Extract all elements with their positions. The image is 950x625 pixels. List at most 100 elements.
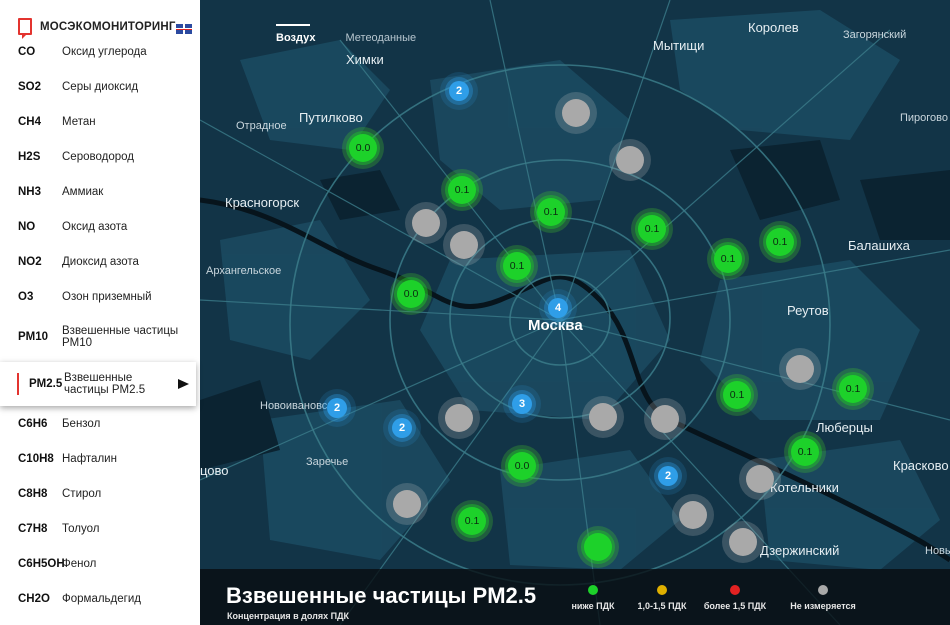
station-gray[interactable] (739, 458, 781, 500)
pollutant-name: Взвешенные частицы PM10 (62, 325, 179, 349)
sidebar-item-co[interactable]: CO Оксид углерода (0, 35, 200, 69)
legend-dot-red (730, 585, 740, 595)
station-green[interactable]: 0.1 (707, 238, 749, 280)
station-green[interactable]: 0.1 (496, 245, 538, 287)
station-gray[interactable] (609, 139, 651, 181)
station-value: 0.1 (766, 228, 794, 256)
sidebar-item-nh3[interactable]: NH3 Аммиак (0, 175, 200, 209)
pollutant-code: NO2 (18, 256, 42, 268)
sidebar-item-c6h5oh[interactable]: C6H5OH Фенол (0, 547, 200, 581)
tabs: Воздух Метеоданные (276, 24, 416, 50)
station-gray[interactable] (443, 224, 485, 266)
station-cluster[interactable]: 2 (316, 387, 358, 429)
pollutant-code: C10H8 (18, 453, 54, 465)
active-marker (17, 373, 19, 395)
sidebar-item-pm10[interactable]: PM10 Взвешенные частицы PM10 (0, 320, 200, 354)
station-green[interactable] (577, 526, 619, 568)
brand[interactable]: МОСЭКОМОНИТОРИНГ (18, 18, 176, 39)
sidebar-item-c7h8[interactable]: C7H8 Толуол (0, 512, 200, 546)
station-green[interactable]: 0.1 (759, 221, 801, 263)
brand-title: МОСЭКОМОНИТОРИНГ (40, 20, 176, 33)
cluster-count: 3 (512, 394, 532, 414)
station-cluster[interactable]: 3 (501, 383, 543, 425)
tab-air[interactable]: Воздух (276, 24, 315, 50)
station-green[interactable]: 0.0 (501, 445, 543, 487)
map-label: Загорянский (843, 29, 907, 41)
legend-item-na: Не измеряется (788, 585, 858, 611)
station-gray[interactable] (644, 398, 686, 440)
station-green[interactable]: 0.1 (832, 368, 874, 410)
pollutant-code: NO (18, 221, 36, 233)
station-gray[interactable] (779, 348, 821, 390)
sidebar-item-c6h6[interactable]: C6H6 Бензол (0, 407, 200, 441)
map-label: Архангельское (206, 265, 282, 277)
station-green[interactable]: 0.1 (441, 169, 483, 211)
legend-subtitle: Концентрация в долях ПДК (227, 611, 349, 621)
pollutant-name: Взвешенные частицы PM2.5 (64, 372, 146, 396)
station-gray[interactable] (438, 397, 480, 439)
pollutant-name: Оксид азота (62, 221, 128, 233)
station-value: 0.1 (791, 438, 819, 466)
station-gray[interactable] (386, 483, 428, 525)
pollutant-name: Серы диоксид (62, 81, 139, 93)
map-label: Королев (748, 20, 799, 35)
tab-meteo[interactable]: Метеоданные (345, 32, 416, 50)
arrow-right-icon (178, 379, 189, 389)
station-core (562, 99, 590, 127)
station-gray[interactable] (555, 92, 597, 134)
pollutant-code: C7H8 (18, 523, 48, 535)
station-green[interactable]: 0.1 (631, 208, 673, 250)
station-value: 0.1 (537, 198, 565, 226)
pollutant-code: CH2O (18, 593, 50, 605)
station-cluster[interactable]: 2 (647, 455, 689, 497)
pollutant-code: CH4 (18, 116, 42, 128)
station-cluster[interactable]: 2 (438, 70, 480, 112)
pollutant-name: Сероводород (62, 151, 134, 163)
sidebar-item-ch2o[interactable]: CH2O Формальдегид (0, 582, 200, 616)
map-label: Новый (925, 545, 950, 557)
pollutant-name: Фенол (62, 558, 97, 570)
station-green[interactable]: 0.0 (342, 127, 384, 169)
sidebar-item-so2[interactable]: SO2 Серы диоксид (0, 70, 200, 104)
sidebar-item-c8h8[interactable]: C8H8 Стирол (0, 477, 200, 511)
pollutant-code: H2S (18, 151, 41, 163)
station-core (746, 465, 774, 493)
legend-item-high: более 1,5 ПДК (700, 585, 770, 611)
pollutant-name: Стирол (62, 488, 102, 500)
station-value: 0.0 (397, 280, 425, 308)
station-core (786, 355, 814, 383)
pollutant-code: NH3 (18, 186, 42, 198)
station-green[interactable]: 0.1 (716, 374, 758, 416)
station-value: 0.1 (723, 381, 751, 409)
station-gray[interactable] (722, 521, 764, 563)
station-core (729, 528, 757, 556)
station-gray[interactable] (582, 396, 624, 438)
map[interactable]: Химки Мытищи Королев Путилково Красногор… (200, 0, 950, 625)
station-cluster[interactable]: 2 (381, 407, 423, 449)
sidebar-item-no[interactable]: NO Оксид азота (0, 210, 200, 244)
station-green[interactable]: 0.1 (784, 431, 826, 473)
legend-label: 1,0-1,5 ПДК (637, 601, 687, 611)
map-label: Химки (346, 52, 384, 67)
sidebar-item-h2s[interactable]: H2S Сероводород (0, 140, 200, 174)
legend-label: ниже ПДК (571, 601, 615, 611)
pollutant-code: SO2 (18, 81, 42, 93)
pollutant-name: Оксид углерода (62, 46, 147, 58)
uk-flag-icon[interactable] (176, 24, 192, 34)
sidebar-item-no2[interactable]: NO2 Диоксид азота (0, 245, 200, 279)
sidebar-item-o3[interactable]: O3 Озон приземный (0, 280, 200, 314)
sidebar-item-ch4[interactable]: CH4 Метан (0, 105, 200, 139)
station-core (589, 403, 617, 431)
station-cluster[interactable]: 4 (537, 287, 579, 329)
sidebar-item-c10h8[interactable]: C10H8 Нафталин (0, 442, 200, 476)
station-green[interactable]: 0.0 (390, 273, 432, 315)
station-gray[interactable] (672, 494, 714, 536)
station-green[interactable]: 0.1 (451, 500, 493, 542)
sidebar-item-pm25[interactable]: PM2.5 Взвешенные частицы PM2.5 (0, 362, 196, 406)
station-value (584, 533, 612, 561)
station-core (679, 501, 707, 529)
station-green[interactable]: 0.1 (530, 191, 572, 233)
station-gray[interactable] (405, 202, 447, 244)
cluster-count: 2 (327, 398, 347, 418)
station-core (412, 209, 440, 237)
